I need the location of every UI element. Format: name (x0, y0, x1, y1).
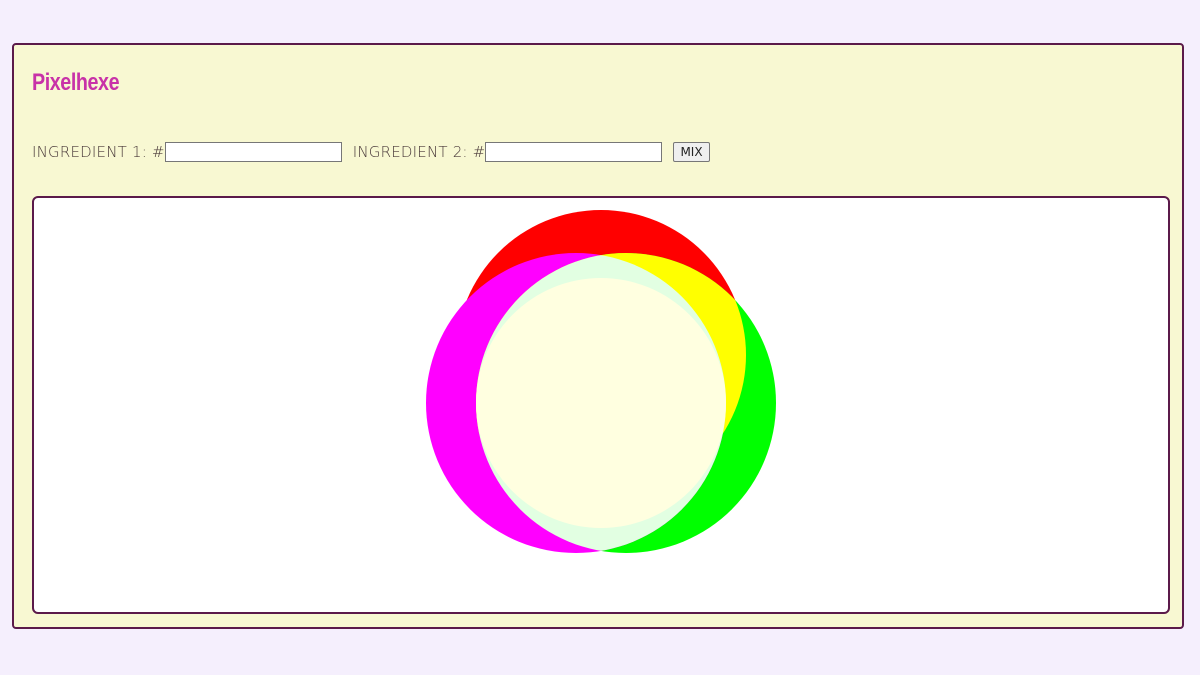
mix-controls: INGREDIENT 1: # INGREDIENT 2: # MIX (32, 141, 710, 163)
ingredient-1-input[interactable] (164, 142, 342, 162)
ingredient-1-label: INGREDIENT 1: # (32, 143, 165, 161)
mix-button[interactable]: MIX (673, 142, 710, 162)
app-title: Pixelhexe (32, 69, 120, 96)
app-panel: Pixelhexe INGREDIENT 1: # INGREDIENT 2: … (12, 43, 1184, 629)
ingredient-2-input[interactable] (485, 142, 663, 162)
center-mix-circle (476, 278, 726, 528)
ingredient-2-label: INGREDIENT 2: # (352, 143, 486, 161)
mix-canvas (32, 196, 1170, 614)
color-mix-graphic (426, 210, 776, 553)
